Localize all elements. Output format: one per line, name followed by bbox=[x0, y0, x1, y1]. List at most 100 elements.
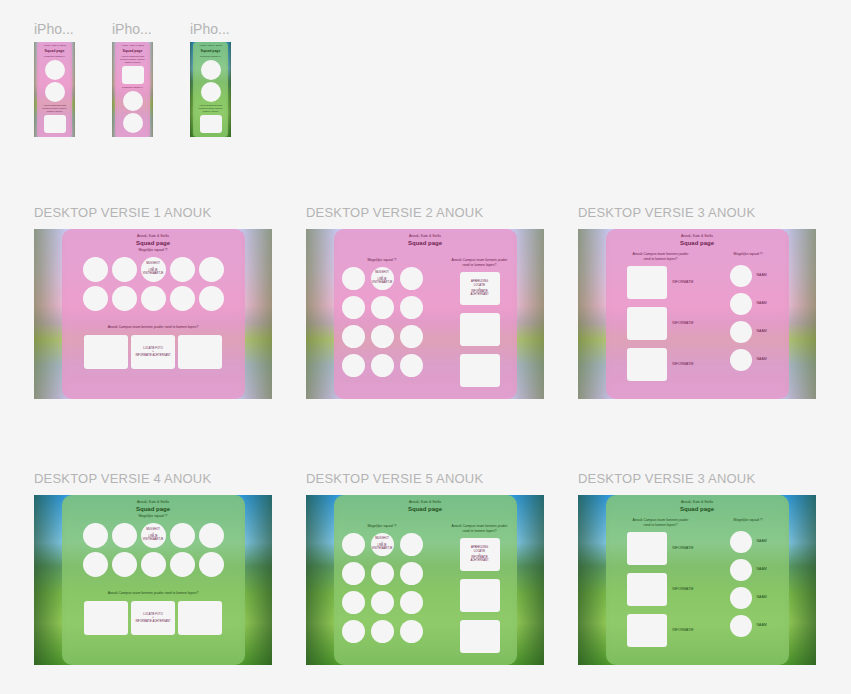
info-row: INFORMATIE bbox=[627, 614, 693, 647]
frame-label[interactable]: DESKTOP VERSIE 4 ANOUK bbox=[34, 471, 272, 487]
location-column: Anouk Campus team kennen jouder rond te … bbox=[451, 258, 509, 387]
owners-text: Anouk, Kate & Stella bbox=[137, 500, 169, 505]
photo-circle: MUGSHOT + LINKJE VISITEKAARTJE bbox=[371, 533, 394, 556]
split-body: Mogelijke squad !!!MUGSHOT + LINKJE VISI… bbox=[342, 258, 509, 387]
info-row: INFORMATIE bbox=[627, 532, 693, 565]
section-caption: Anouk Campus team kennen jouder rond te … bbox=[118, 55, 148, 64]
photo-circle bbox=[371, 591, 394, 614]
name-text: NAAM bbox=[757, 539, 767, 544]
name-text: NAAM bbox=[757, 329, 767, 334]
photo-circle bbox=[170, 286, 195, 311]
photo-box bbox=[178, 601, 222, 635]
photo-circle bbox=[342, 533, 365, 556]
frame-label[interactable]: iPho... bbox=[34, 20, 75, 38]
desktop-column: DESKTOP VERSIE 5 ANOUK Anouk, Kate & Stel… bbox=[306, 471, 544, 665]
photo-circle bbox=[83, 552, 108, 577]
desktop-frame[interactable]: Anouk, Kate & StellaSquad pageMogelijke … bbox=[306, 229, 544, 399]
photo-box: AFBEELDING LOCATIE + INFORMATIE ACHTERKA… bbox=[460, 272, 500, 305]
desktop-frame[interactable]: Anouk, Kate & StellaSquad pageMogelijke … bbox=[306, 495, 544, 665]
photo-circle: MUGSHOT + LINKJE VISITEKAARTJE bbox=[371, 267, 394, 290]
photo-circle bbox=[400, 267, 423, 290]
phone-frames: iPho... Anouk, Kate & StellaSquad pageMog… bbox=[34, 20, 851, 137]
photo-circle bbox=[730, 265, 752, 287]
info-text: INFORMATIE bbox=[672, 546, 693, 551]
circle-grid: MUGSHOT + LINKJE VISITEKAARTJE bbox=[83, 523, 224, 577]
photo-box bbox=[84, 335, 128, 369]
photo-circle bbox=[400, 533, 423, 556]
content-panel: Anouk, Kate & StellaSquad pageAnouk Camp… bbox=[606, 495, 789, 665]
photo-circle bbox=[199, 523, 224, 548]
photo-circle bbox=[342, 354, 365, 377]
desktop-frame[interactable]: Anouk, Kate & StellaSquad pageAnouk Camp… bbox=[578, 229, 816, 399]
content-panel: Anouk, Kate & StellaSquad pageMogelijke … bbox=[37, 42, 72, 137]
info-text: INFORMATIE bbox=[672, 280, 693, 285]
photo-box: LOCATIE FOTO + INFORMATIE ACHTERKANT bbox=[131, 335, 175, 369]
frame-label[interactable]: DESKTOP VERSIE 2 ANOUK bbox=[306, 205, 544, 221]
section-caption: Mogelijke squad !!! bbox=[44, 55, 65, 58]
photo-circle bbox=[123, 113, 143, 133]
circle-grid: MUGSHOT + LINKJE VISITEKAARTJE bbox=[342, 533, 423, 643]
location-column: Anouk Campus team kennen jouder rond te … bbox=[451, 524, 509, 653]
owners-text: Anouk, Kate & Stella bbox=[121, 44, 144, 47]
photo-circle bbox=[199, 286, 224, 311]
frame-label[interactable]: iPho... bbox=[112, 20, 153, 38]
desktop-column: DESKTOP VERSIE 4 ANOUK Anouk, Kate & Stel… bbox=[34, 471, 272, 665]
name-row: NAAM bbox=[730, 559, 767, 581]
squad-label: Mogelijke squad !!! bbox=[734, 252, 763, 257]
circle-grid: MUGSHOT + LINKJE VISITEKAARTJE bbox=[83, 257, 224, 311]
squad-column: Mogelijke squad !!!NAAMNAAMNAAMNAAM bbox=[730, 252, 767, 371]
frame-label[interactable]: DESKTOP VERSIE 5 ANOUK bbox=[306, 471, 544, 487]
photo-circle bbox=[112, 286, 137, 311]
photo-circle bbox=[730, 531, 752, 553]
photo-circle bbox=[730, 321, 752, 343]
photo-circle bbox=[371, 325, 394, 348]
frame-label[interactable]: DESKTOP VERSIE 3 ANOUK bbox=[578, 205, 816, 221]
phone-frame[interactable]: Anouk, Kate & StellaSquad pageAnouk Camp… bbox=[112, 42, 153, 137]
photo-circle bbox=[730, 587, 752, 609]
squad-label: Mogelijke squad !!! bbox=[734, 518, 763, 523]
section-caption: Anouk Campus team kennen jouder rond te … bbox=[40, 104, 70, 113]
frame-label[interactable]: DESKTOP VERSIE 1 ANOUK bbox=[34, 205, 272, 221]
name-row: NAAM bbox=[730, 531, 767, 553]
content-panel: Anouk, Kate & StellaSquad pageAnouk Camp… bbox=[606, 229, 789, 399]
phone-frame[interactable]: Anouk, Kate & StellaSquad pageMogelijke … bbox=[34, 42, 75, 137]
photo-circle bbox=[45, 60, 65, 80]
desktop-frame[interactable]: Anouk, Kate & StellaSquad pageMogelijke … bbox=[34, 495, 272, 665]
photo-circle bbox=[112, 257, 137, 282]
phone-frame[interactable]: Anouk, Kate & StellaSquad pageMogelijke … bbox=[190, 42, 231, 137]
squad-label: Mogelijke squad !!! bbox=[138, 514, 167, 519]
desktop-frame[interactable]: Anouk, Kate & StellaSquad pageMogelijke … bbox=[34, 229, 272, 399]
photo-circle bbox=[400, 296, 423, 319]
info-text: INFORMATIE bbox=[672, 628, 693, 633]
content-panel: Anouk, Kate & StellaSquad pageMogelijke … bbox=[62, 495, 245, 665]
content-panel: Anouk, Kate & StellaSquad pageMogelijke … bbox=[62, 229, 245, 399]
photo-circle: MUGSHOT + LINKJE VISITEKAARTJE bbox=[141, 257, 166, 282]
page-title: Squad page bbox=[680, 505, 714, 514]
phone-column: iPho... Anouk, Kate & StellaSquad pageMog… bbox=[34, 20, 75, 137]
photo-circle bbox=[400, 325, 423, 348]
frame-label[interactable]: DESKTOP VERSIE 3 ANOUK bbox=[578, 471, 816, 487]
info-row: INFORMATIE bbox=[627, 307, 693, 340]
desktop-frame[interactable]: Anouk, Kate & StellaSquad pageAnouk Camp… bbox=[578, 495, 816, 665]
photo-box bbox=[178, 335, 222, 369]
info-row: INFORMATIE bbox=[627, 573, 693, 606]
frame-label[interactable]: iPho... bbox=[190, 20, 231, 38]
info-text: INFORMATIE bbox=[672, 587, 693, 592]
squad-label: Mogelijke squad !!! bbox=[138, 248, 167, 253]
name-row: NAAM bbox=[730, 293, 767, 315]
photo-box bbox=[460, 579, 500, 612]
phone-column: iPho... Anouk, Kate & StellaSquad pageMog… bbox=[190, 20, 231, 137]
question-text: Anouk Campus team kennen jouder rond te … bbox=[108, 591, 199, 596]
name-text: NAAM bbox=[757, 595, 767, 600]
photo-circle bbox=[83, 286, 108, 311]
photo-box bbox=[627, 532, 667, 565]
owners-text: Anouk, Kate & Stella bbox=[137, 234, 169, 239]
photo-circle bbox=[112, 552, 137, 577]
photo-circle bbox=[45, 82, 65, 102]
photo-circle bbox=[170, 552, 195, 577]
circle-grid: MUGSHOT + LINKJE VISITEKAARTJE bbox=[342, 267, 423, 377]
section-caption: Mogelijke squad !!! bbox=[200, 55, 221, 58]
squad-column: Mogelijke squad !!!NAAMNAAMNAAMNAAM bbox=[730, 518, 767, 637]
name-rows: NAAMNAAMNAAMNAAM bbox=[730, 531, 767, 637]
section-caption: Anouk Campus team kennen jouder rond te … bbox=[196, 104, 226, 113]
